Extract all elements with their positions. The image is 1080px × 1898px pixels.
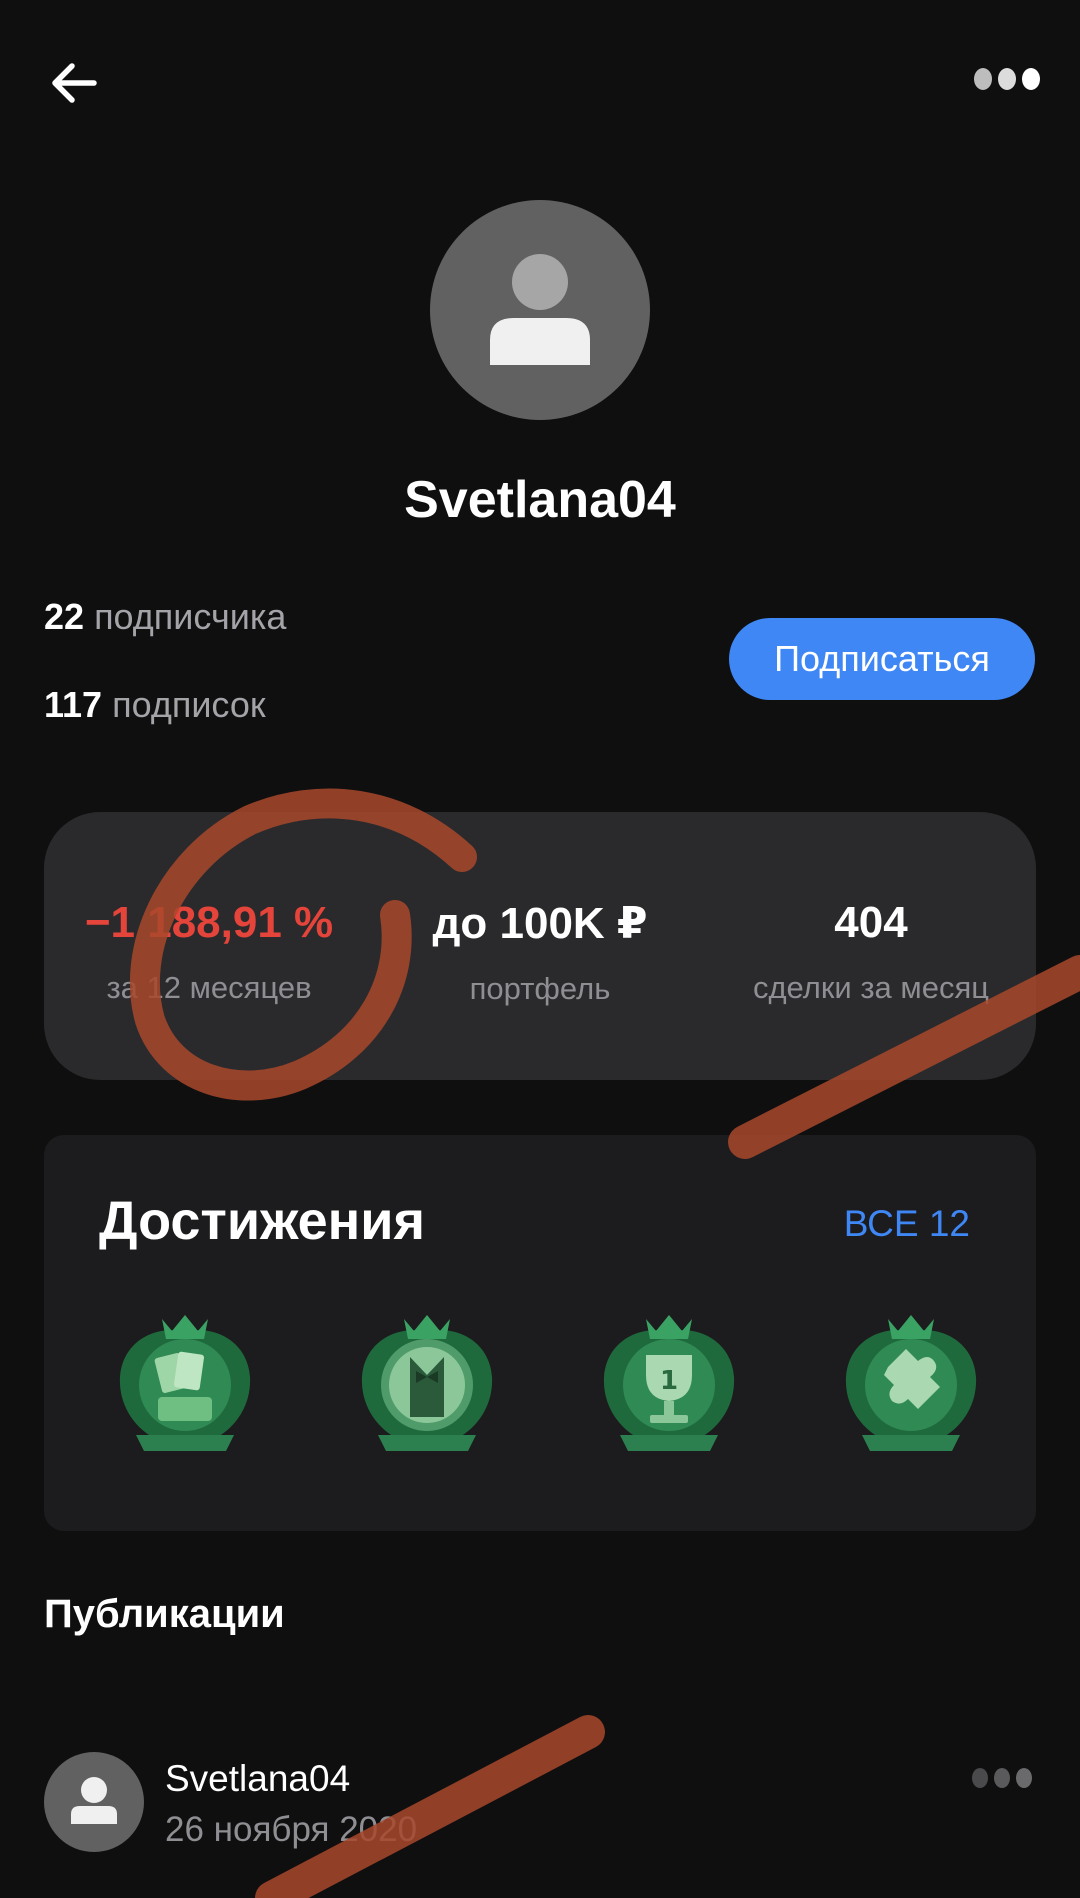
achievements-all-link[interactable]: ВСЕ 12 [844, 1203, 970, 1245]
back-button[interactable] [44, 52, 108, 116]
profile-username: Svetlana04 [404, 471, 676, 529]
more-dots-icon [974, 68, 992, 90]
achievement-badge-puzzle[interactable] [826, 1297, 996, 1467]
stat-value: −1 188,91 % [84, 898, 334, 947]
achievement-badge-tuxedo[interactable] [342, 1297, 512, 1467]
following-label: подписок [112, 684, 266, 725]
subscribe-button[interactable]: Подписаться [729, 618, 1035, 700]
stat-label: портфель [469, 971, 611, 1006]
user-silhouette-icon [490, 254, 590, 365]
achievements-card: Достижения ВСЕ 12 1 [44, 1135, 1036, 1531]
svg-text:1: 1 [660, 1366, 678, 1396]
more-dots-icon [972, 1768, 988, 1788]
arrow-left-icon [52, 63, 97, 103]
followers-number: 22 [44, 596, 85, 637]
post-author-name[interactable]: Svetlana04 [165, 1758, 350, 1800]
trophy-badge-icon: 1 [603, 1315, 735, 1451]
stat-yearly-return: −1 188,91 % за 12 месяцев [44, 898, 374, 1006]
stat-value: 404 [834, 898, 908, 947]
stat-portfolio: до 100K ₽ портфель [375, 898, 705, 1007]
following-count[interactable]: 117 подписок [44, 684, 266, 726]
cards-badge-icon [119, 1315, 251, 1451]
more-options-button[interactable] [974, 64, 1044, 94]
stat-trades: 404 сделки за месяц [706, 898, 1036, 1006]
stat-value: до 100K ₽ [432, 899, 648, 948]
avatar [430, 200, 650, 420]
following-number: 117 [44, 684, 103, 725]
publications-title: Публикации [44, 1592, 285, 1636]
achievement-badge-trophy[interactable]: 1 [584, 1297, 754, 1467]
puzzle-badge-icon [845, 1315, 977, 1451]
achievements-title: Достижения [99, 1191, 426, 1251]
user-silhouette-icon [71, 1777, 117, 1824]
post-author-avatar[interactable] [44, 1752, 144, 1852]
tuxedo-badge-icon [361, 1315, 493, 1451]
post-more-button[interactable] [972, 1766, 1036, 1790]
stat-label: сделки за месяц [752, 970, 990, 1005]
stats-card: −1 188,91 % за 12 месяцев до 100K ₽ порт… [44, 812, 1036, 1080]
followers-label: подписчика [94, 596, 287, 637]
post-date: 26 ноября 2020 [165, 1810, 418, 1849]
followers-count[interactable]: 22 подписчика [44, 596, 286, 638]
achievement-badge-cards[interactable] [100, 1297, 270, 1467]
stat-label: за 12 месяцев [106, 970, 312, 1005]
